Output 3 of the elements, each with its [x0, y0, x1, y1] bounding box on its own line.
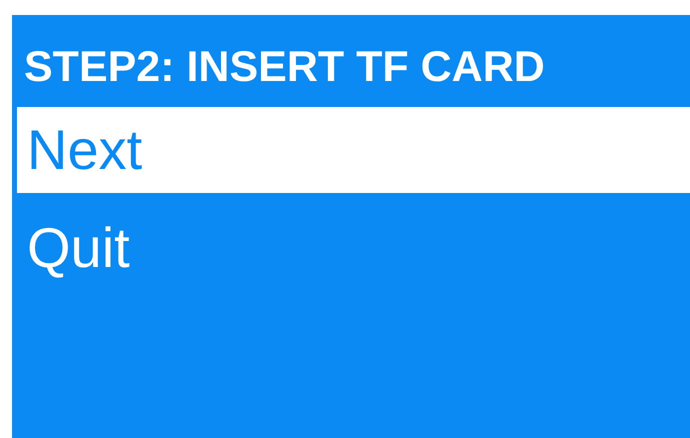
menu-item[interactable]: Next [17, 107, 690, 193]
menu-item[interactable]: Quit [17, 205, 690, 291]
screen-title: STEP2: INSERT TF CARD [23, 42, 546, 93]
